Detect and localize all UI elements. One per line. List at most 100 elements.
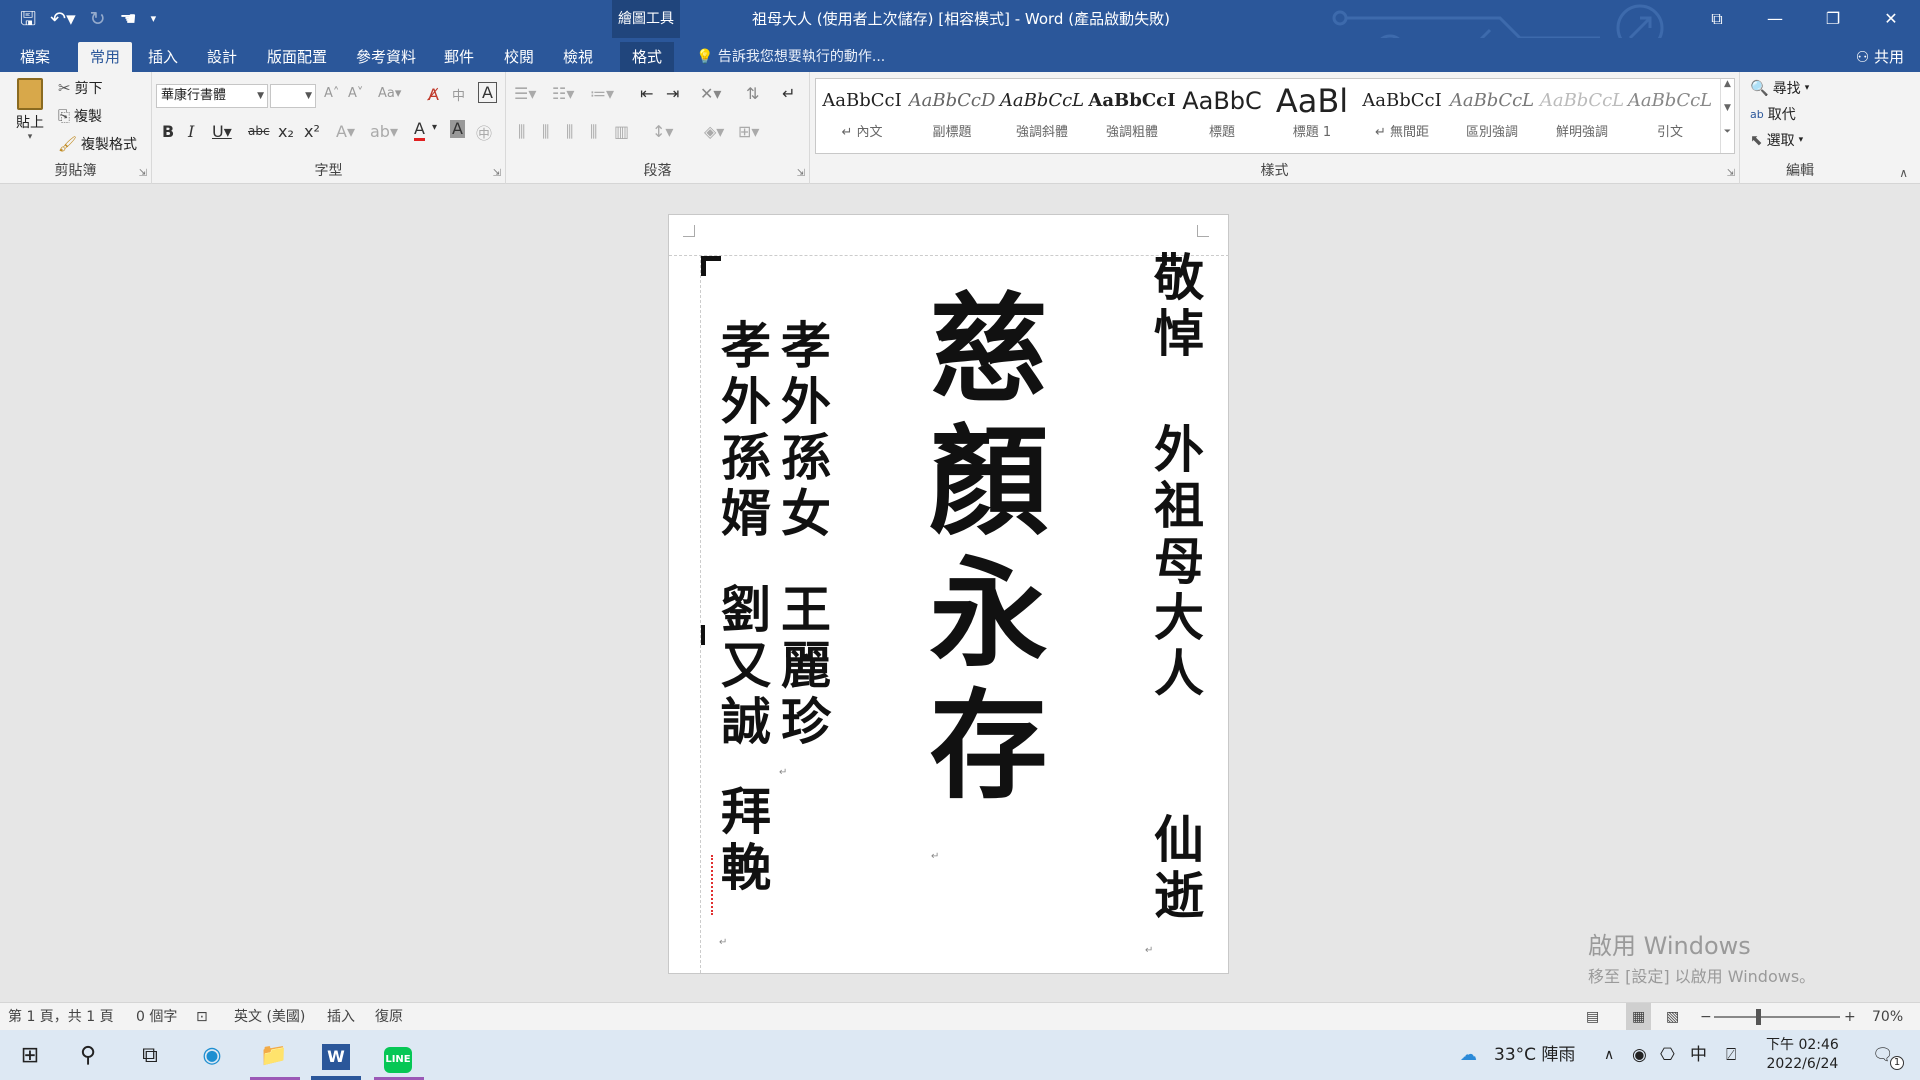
highlight-icon[interactable]: ab▾ bbox=[370, 122, 398, 141]
search-icon[interactable]: ⚲ bbox=[66, 1038, 110, 1074]
style-subtitle[interactable]: AaBbCcD 副標題 bbox=[908, 81, 996, 151]
chevron-down-icon[interactable]: ▼ bbox=[1721, 103, 1734, 127]
record-icon[interactable]: ◉ bbox=[1632, 1030, 1647, 1080]
document-page[interactable]: 敬悼 外祖母大人 仙逝 慈顏永存 孝外孫女 王麗珍 孝外孫婿 劉又誠 拜輓 ↵ … bbox=[668, 214, 1229, 974]
font-launcher-icon[interactable]: ⇲ bbox=[493, 168, 501, 179]
weather-text[interactable]: 33°C 陣雨 bbox=[1494, 1030, 1575, 1080]
tab-mailings[interactable]: 郵件 bbox=[432, 42, 486, 72]
save-icon[interactable]: 🖫 bbox=[20, 6, 36, 32]
text-direction-icon[interactable]: ✕▾ bbox=[700, 84, 721, 103]
zoom-slider[interactable] bbox=[1714, 1016, 1840, 1018]
task-view-icon[interactable]: ⧉ bbox=[128, 1038, 172, 1074]
justify-icon[interactable]: ⫼ bbox=[590, 122, 597, 142]
tab-design[interactable]: 設計 bbox=[195, 42, 249, 72]
text-effects-icon[interactable]: A▾ bbox=[336, 122, 355, 141]
redo-icon[interactable]: ↻ bbox=[90, 6, 106, 32]
line-app-icon[interactable]: LINE bbox=[376, 1038, 420, 1074]
character-shading-icon[interactable]: A bbox=[450, 120, 465, 138]
select-button[interactable]: ⬉ 選取 ▾ bbox=[1750, 130, 1803, 150]
character-border-icon[interactable]: A bbox=[478, 82, 497, 103]
align-left-icon[interactable]: ⫼ bbox=[518, 122, 525, 142]
phonetic-guide-icon[interactable]: 中 bbox=[452, 85, 465, 104]
tab-insert[interactable]: 插入 bbox=[136, 42, 190, 72]
print-layout-icon[interactable]: ▦ bbox=[1626, 1003, 1652, 1031]
tab-layout[interactable]: 版面配置 bbox=[255, 42, 339, 72]
clock[interactable]: 下午 02:46 2022/6/24 bbox=[1766, 1036, 1839, 1074]
chevron-up-icon[interactable]: ∧ bbox=[1604, 1030, 1614, 1080]
tab-file[interactable]: 檔案 bbox=[8, 42, 62, 72]
language-indicator[interactable]: 英文 (美國) bbox=[234, 1003, 305, 1031]
find-button[interactable]: 🔍 尋找 ▾ bbox=[1750, 78, 1809, 98]
borders-icon[interactable]: ⊞▾ bbox=[738, 122, 759, 141]
style-strong[interactable]: AaBbCcI 強調粗體 bbox=[1088, 81, 1176, 151]
ribbon-display-options-icon[interactable]: ⧉ bbox=[1688, 0, 1746, 38]
weather-icon[interactable]: ☁ bbox=[1460, 1030, 1477, 1080]
ime-indicator[interactable]: 中 bbox=[1690, 1030, 1707, 1080]
shrink-font-icon[interactable]: A˅ bbox=[348, 86, 363, 101]
tab-review[interactable]: 校閱 bbox=[492, 42, 546, 72]
show-formatting-marks-icon[interactable]: ↵ bbox=[782, 84, 795, 103]
customize-qat-icon[interactable]: ▾ bbox=[151, 6, 157, 32]
read-mode-icon[interactable]: ▤ bbox=[1586, 1003, 1599, 1031]
zoom-in-icon[interactable]: + bbox=[1844, 1003, 1856, 1031]
bold-icon[interactable]: B bbox=[162, 122, 174, 141]
meet-now-icon[interactable]: ⎔ bbox=[1660, 1030, 1675, 1080]
bullets-icon[interactable]: ☰▾ bbox=[514, 84, 536, 103]
style-intense-emphasis[interactable]: AaBbCcL 鮮明強調 bbox=[1538, 81, 1626, 151]
grow-font-icon[interactable]: A˄ bbox=[324, 86, 339, 101]
clipboard-launcher-icon[interactable]: ⇲ bbox=[139, 168, 147, 179]
decrease-indent-icon[interactable]: ⇤ bbox=[640, 84, 653, 103]
undo-icon[interactable]: ↶▾ bbox=[50, 6, 75, 32]
word-app-icon[interactable]: W bbox=[314, 1038, 358, 1074]
style-title[interactable]: AaBbC 標題 bbox=[1178, 81, 1266, 151]
shading-icon[interactable]: ◈▾ bbox=[704, 122, 724, 141]
tab-format[interactable]: 格式 bbox=[620, 42, 675, 72]
tell-me-box[interactable]: 💡 告訴我您想要執行的動作... bbox=[696, 42, 885, 72]
distributed-icon[interactable]: ▥ bbox=[614, 122, 629, 141]
zoom-level[interactable]: 70% bbox=[1872, 1003, 1903, 1031]
style-no-spacing[interactable]: AaBbCcI ↵ 無間距 bbox=[1358, 81, 1446, 151]
close-button[interactable]: ✕ bbox=[1862, 0, 1920, 38]
more-styles-icon[interactable]: ⏷ bbox=[1721, 127, 1734, 137]
word-count[interactable]: 0 個字 bbox=[136, 1003, 177, 1031]
numbering-icon[interactable]: ☷▾ bbox=[552, 84, 574, 103]
tab-view[interactable]: 檢視 bbox=[551, 42, 605, 72]
web-layout-icon[interactable]: ▧ bbox=[1666, 1003, 1679, 1031]
subscript-icon[interactable]: x₂ bbox=[278, 122, 294, 141]
tab-references[interactable]: 參考資料 bbox=[344, 42, 428, 72]
ime-mode-icon[interactable]: ⍁ bbox=[1726, 1030, 1736, 1080]
line-spacing-icon[interactable]: ↕▾ bbox=[652, 122, 673, 141]
styles-launcher-icon[interactable]: ⇲ bbox=[1727, 168, 1735, 179]
format-painter-button[interactable]: 🖌 複製格式 bbox=[58, 134, 137, 154]
collapse-ribbon-icon[interactable]: ∧ bbox=[1899, 166, 1908, 180]
styles-scroll[interactable]: ▲ ▼ ⏷ bbox=[1720, 79, 1734, 153]
enclose-characters-icon[interactable]: ㊥ bbox=[476, 120, 492, 144]
windows-start-icon[interactable]: ⊞ bbox=[8, 1038, 52, 1074]
underline-icon[interactable]: U▾ bbox=[212, 122, 232, 141]
paragraph-launcher-icon[interactable]: ⇲ bbox=[797, 168, 805, 179]
copy-button[interactable]: ⎘ 複製 bbox=[58, 106, 102, 126]
increase-indent-icon[interactable]: ⇥ bbox=[666, 84, 679, 103]
sort-icon[interactable]: ⇅ bbox=[746, 84, 759, 103]
paste-button[interactable]: 貼上 ▾ bbox=[10, 78, 50, 142]
share-button[interactable]: ⚇ 共用 bbox=[1856, 42, 1904, 72]
restore-button[interactable]: ❐ bbox=[1804, 0, 1862, 38]
multilevel-list-icon[interactable]: ≔▾ bbox=[590, 84, 614, 103]
style-normal[interactable]: AaBbCcI ↵ 內文 bbox=[818, 81, 906, 151]
superscript-icon[interactable]: x² bbox=[304, 122, 320, 141]
font-size-combo[interactable]: ▼ bbox=[270, 84, 316, 108]
chevron-down-icon[interactable]: ▾ bbox=[432, 122, 437, 133]
proofing-icon[interactable]: ⊡ bbox=[196, 1003, 208, 1031]
zoom-out-icon[interactable]: − bbox=[1700, 1003, 1712, 1031]
style-quote[interactable]: AaBbCcL 引文 bbox=[1626, 81, 1714, 151]
zoom-slider-thumb[interactable] bbox=[1756, 1009, 1761, 1025]
style-subtle-emphasis[interactable]: AaBbCcL 強調斜體 bbox=[998, 81, 1086, 151]
file-explorer-icon[interactable]: 📁 bbox=[252, 1038, 296, 1074]
touch-mode-icon[interactable]: ☚ bbox=[120, 6, 137, 32]
edge-browser-icon[interactable]: ◉ bbox=[190, 1038, 234, 1074]
cut-button[interactable]: ✂ 剪下 bbox=[58, 78, 103, 98]
italic-icon[interactable]: I bbox=[188, 122, 194, 141]
style-heading-1[interactable]: AaBl 標題 1 bbox=[1268, 81, 1356, 151]
style-subtle-emphasis-2[interactable]: AaBbCcL 區別強調 bbox=[1448, 81, 1536, 151]
minimize-button[interactable]: — bbox=[1746, 0, 1804, 38]
